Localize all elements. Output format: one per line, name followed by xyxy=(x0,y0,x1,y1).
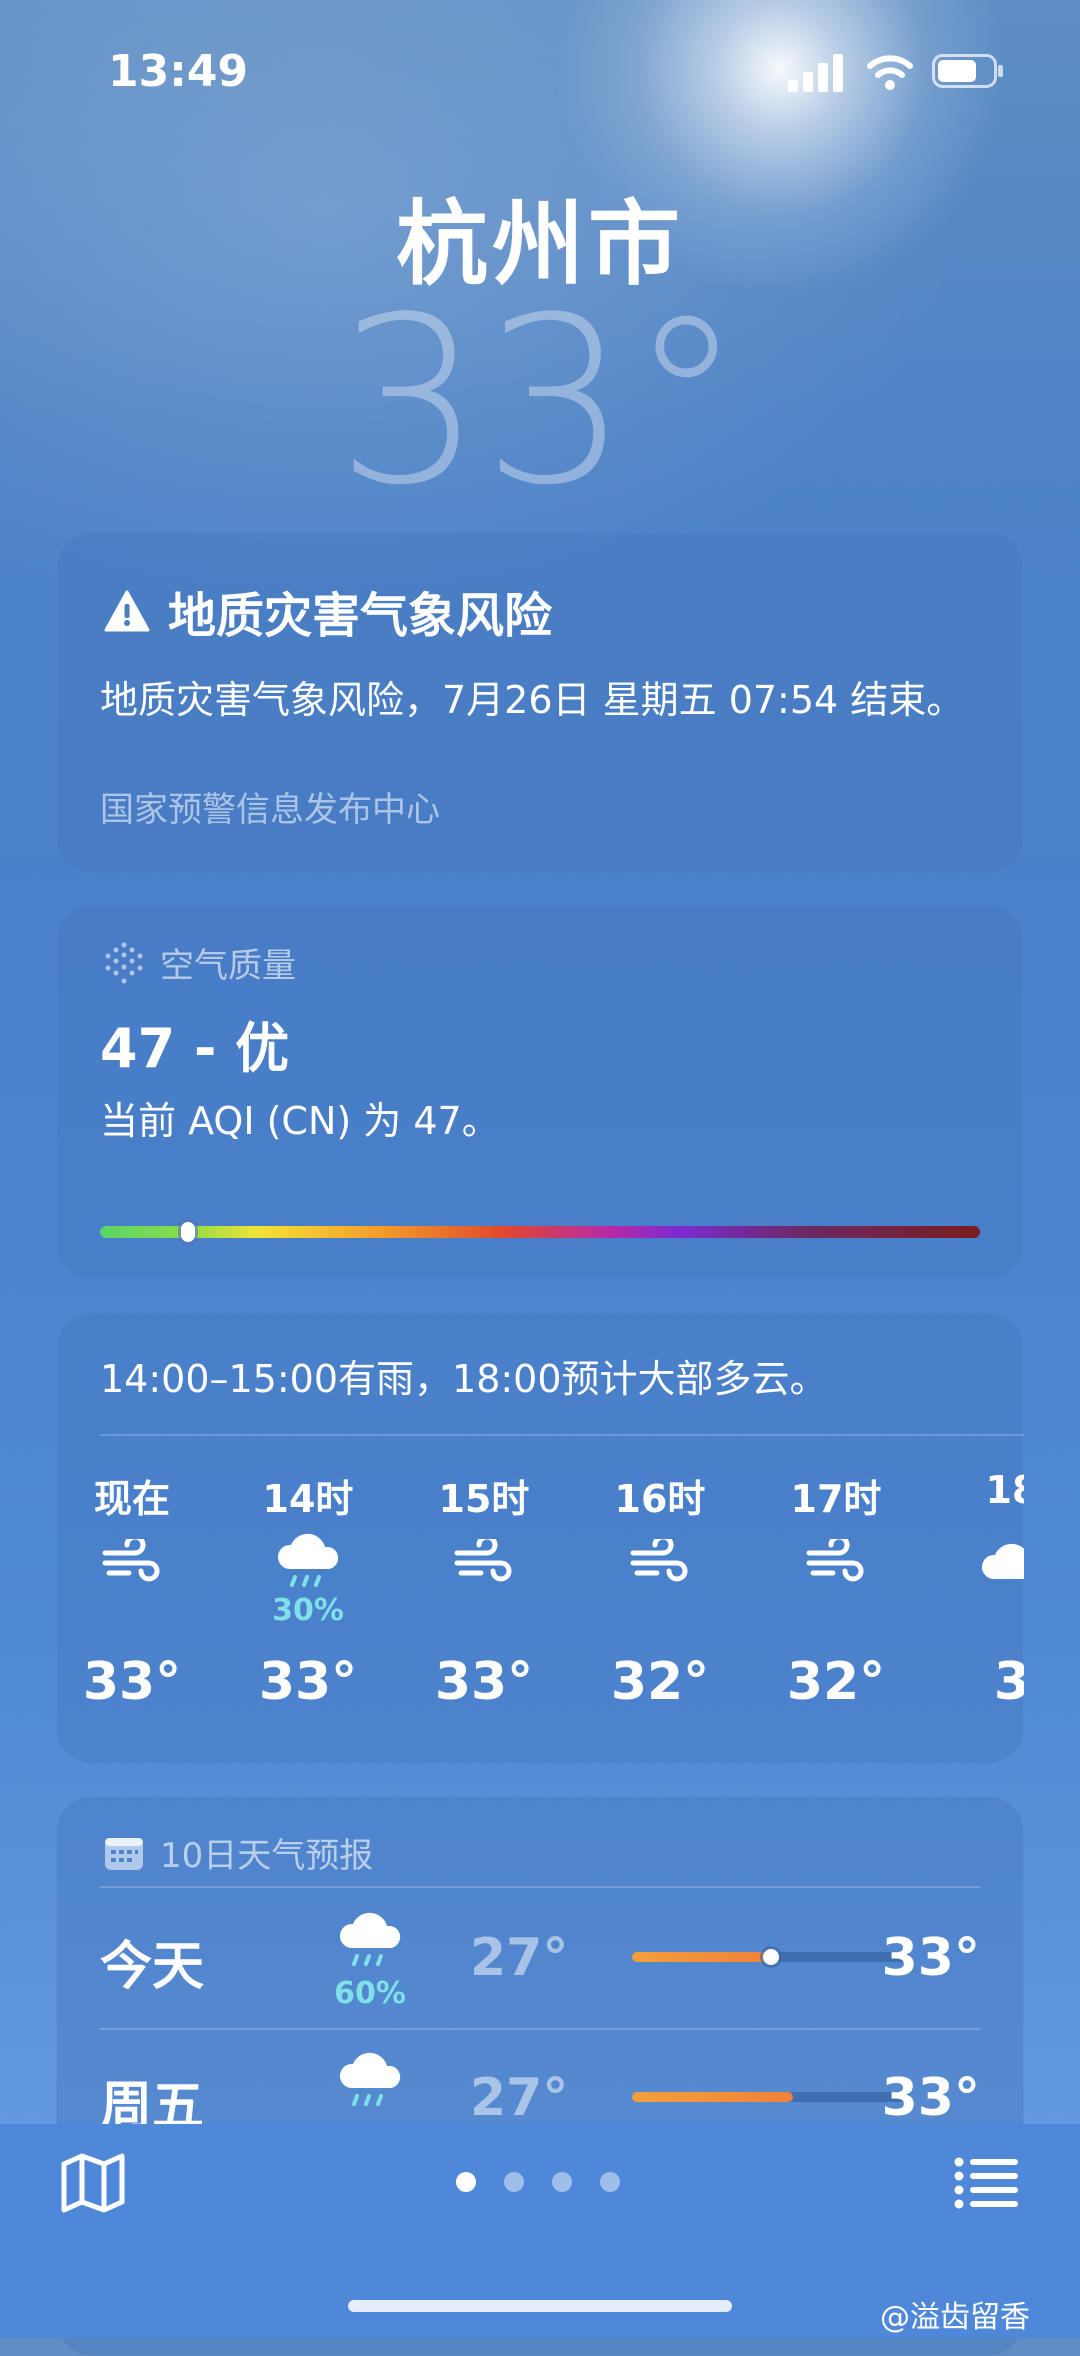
calendar-icon xyxy=(105,1837,143,1870)
weather-alert-card[interactable]: 地质灾害气象风险 地质灾害气象风险，7月26日 星期五 07:54 结束。 国家… xyxy=(56,532,1024,874)
air-quality-label: 空气质量 xyxy=(104,938,296,987)
hour-label: 17时 xyxy=(790,1477,882,1521)
status-time: 13:49 xyxy=(108,46,249,97)
home-indicator[interactable] xyxy=(348,2300,732,2312)
hour-icon-wrap xyxy=(766,1532,906,1624)
aqi-description: 当前 AQI (CN) 为 47。 xyxy=(100,1099,500,1143)
page-dot[interactable] xyxy=(504,2172,524,2192)
ten-day-label: 10日天气预报 xyxy=(104,1828,373,1877)
page-dot[interactable] xyxy=(600,2172,620,2192)
hour-icon-wrap xyxy=(62,1532,202,1624)
wifi-icon xyxy=(867,55,913,90)
hour-temp: 32° xyxy=(610,1652,710,1712)
divider xyxy=(100,1434,1024,1436)
high-temp: 33° xyxy=(881,2068,980,2128)
hour-icon-wrap xyxy=(414,1532,554,1624)
rain-cloud-icon xyxy=(273,1531,343,1597)
battery-icon xyxy=(932,54,1003,88)
current-temp-marker xyxy=(763,1949,779,1965)
alert-body: 地质灾害气象风险，7月26日 星期五 07:54 结束。 xyxy=(100,678,965,722)
high-temp: 33° xyxy=(881,1928,980,1988)
watermark-text: @溢齿留香 xyxy=(880,2300,1030,2335)
temp-range-fill xyxy=(632,1952,771,1962)
alert-source: 国家预警信息发布中心 xyxy=(100,790,440,830)
alert-title-text: 地质灾害气象风险 xyxy=(168,588,553,644)
wind-icon xyxy=(629,1534,691,1589)
temp-range-track xyxy=(632,1949,910,1965)
hour-icon-wrap xyxy=(942,1532,1024,1624)
rain-cloud-icon xyxy=(335,1910,405,1976)
low-temp: 27° xyxy=(470,2068,569,2128)
air-quality-label-text: 空气质量 xyxy=(160,946,296,986)
hourly-item: 16时 32° xyxy=(590,1452,730,1712)
hourly-item: 18 3 xyxy=(942,1452,1024,1712)
wind-icon xyxy=(101,1534,163,1589)
hourly-item: 现在 33° xyxy=(62,1452,202,1712)
hourly-summary: 14:00–15:00有雨，18:00预计大部多云。 xyxy=(100,1357,828,1401)
cloud-icon xyxy=(977,1537,1024,1591)
hour-label: 16时 xyxy=(614,1477,706,1521)
hour-label: 14时 xyxy=(262,1477,354,1521)
watermark: @溢齿留香 xyxy=(880,2292,1030,2336)
hour-label: 18 xyxy=(985,1468,1024,1512)
page-dot[interactable] xyxy=(552,2172,572,2192)
rain-cloud-icon xyxy=(335,2050,405,2116)
hour-temp: 32° xyxy=(786,1652,886,1712)
list-icon[interactable] xyxy=(954,2156,1020,2210)
hour-icon-wrap xyxy=(590,1532,730,1624)
alert-title: 地质灾害气象风险 xyxy=(104,576,552,646)
aqi-value: 47 - 优 xyxy=(100,1017,290,1080)
hour-temp: 3 xyxy=(993,1652,1024,1712)
aqi-scale-bar xyxy=(100,1226,980,1238)
precip-chance: 30% xyxy=(272,1593,344,1628)
aqi-indicator xyxy=(181,1222,195,1242)
hour-label: 15时 xyxy=(438,1477,530,1521)
hourly-item: 15时 33° xyxy=(414,1452,554,1712)
hour-label: 现在 xyxy=(93,1477,170,1521)
air-quality-card[interactable]: 空气质量 47 - 优 当前 AQI (CN) 为 47。 xyxy=(56,904,1024,1280)
status-bar: 13:49 xyxy=(0,40,1080,100)
day-label: 今天 xyxy=(100,1937,205,1997)
hourly-item: 17时 32° xyxy=(766,1452,906,1712)
page-indicator[interactable] xyxy=(456,2172,648,2192)
wind-icon xyxy=(453,1534,515,1589)
day-icon-wrap xyxy=(320,2050,420,2116)
wind-icon xyxy=(805,1534,867,1589)
ten-day-label-text: 10日天气预报 xyxy=(160,1836,374,1876)
cellular-signal-icon xyxy=(788,54,843,92)
hour-temp: 33° xyxy=(258,1652,358,1712)
page-dot[interactable] xyxy=(456,2172,476,2192)
day-row[interactable]: 今天 60% 27° 33° xyxy=(100,1888,980,2028)
hourly-item: 14时 30% 33° xyxy=(238,1452,378,1712)
hourly-forecast-card[interactable]: 14:00–15:00有雨，18:00预计大部多云。 现在 33° 14时 30% 33… xyxy=(56,1312,1024,1764)
temp-range-track xyxy=(632,2092,910,2102)
hourly-list[interactable]: 现在 33° 14时 30% 33° 15时 33° 16时 32° 17时 32° 18 3 xyxy=(56,1452,1024,1752)
hour-temp: 33° xyxy=(82,1652,182,1712)
warning-icon xyxy=(104,590,150,632)
map-icon[interactable] xyxy=(60,2152,126,2214)
low-temp: 27° xyxy=(470,1928,569,1988)
temp-range-fill xyxy=(632,2092,794,2102)
current-temperature: 33° xyxy=(336,269,744,536)
air-quality-icon xyxy=(105,942,143,983)
day-icon-wrap: 60% xyxy=(320,1910,420,2011)
hour-temp: 33° xyxy=(434,1652,534,1712)
hour-icon-wrap: 30% xyxy=(238,1531,378,1628)
precip-chance: 60% xyxy=(334,1976,406,2011)
